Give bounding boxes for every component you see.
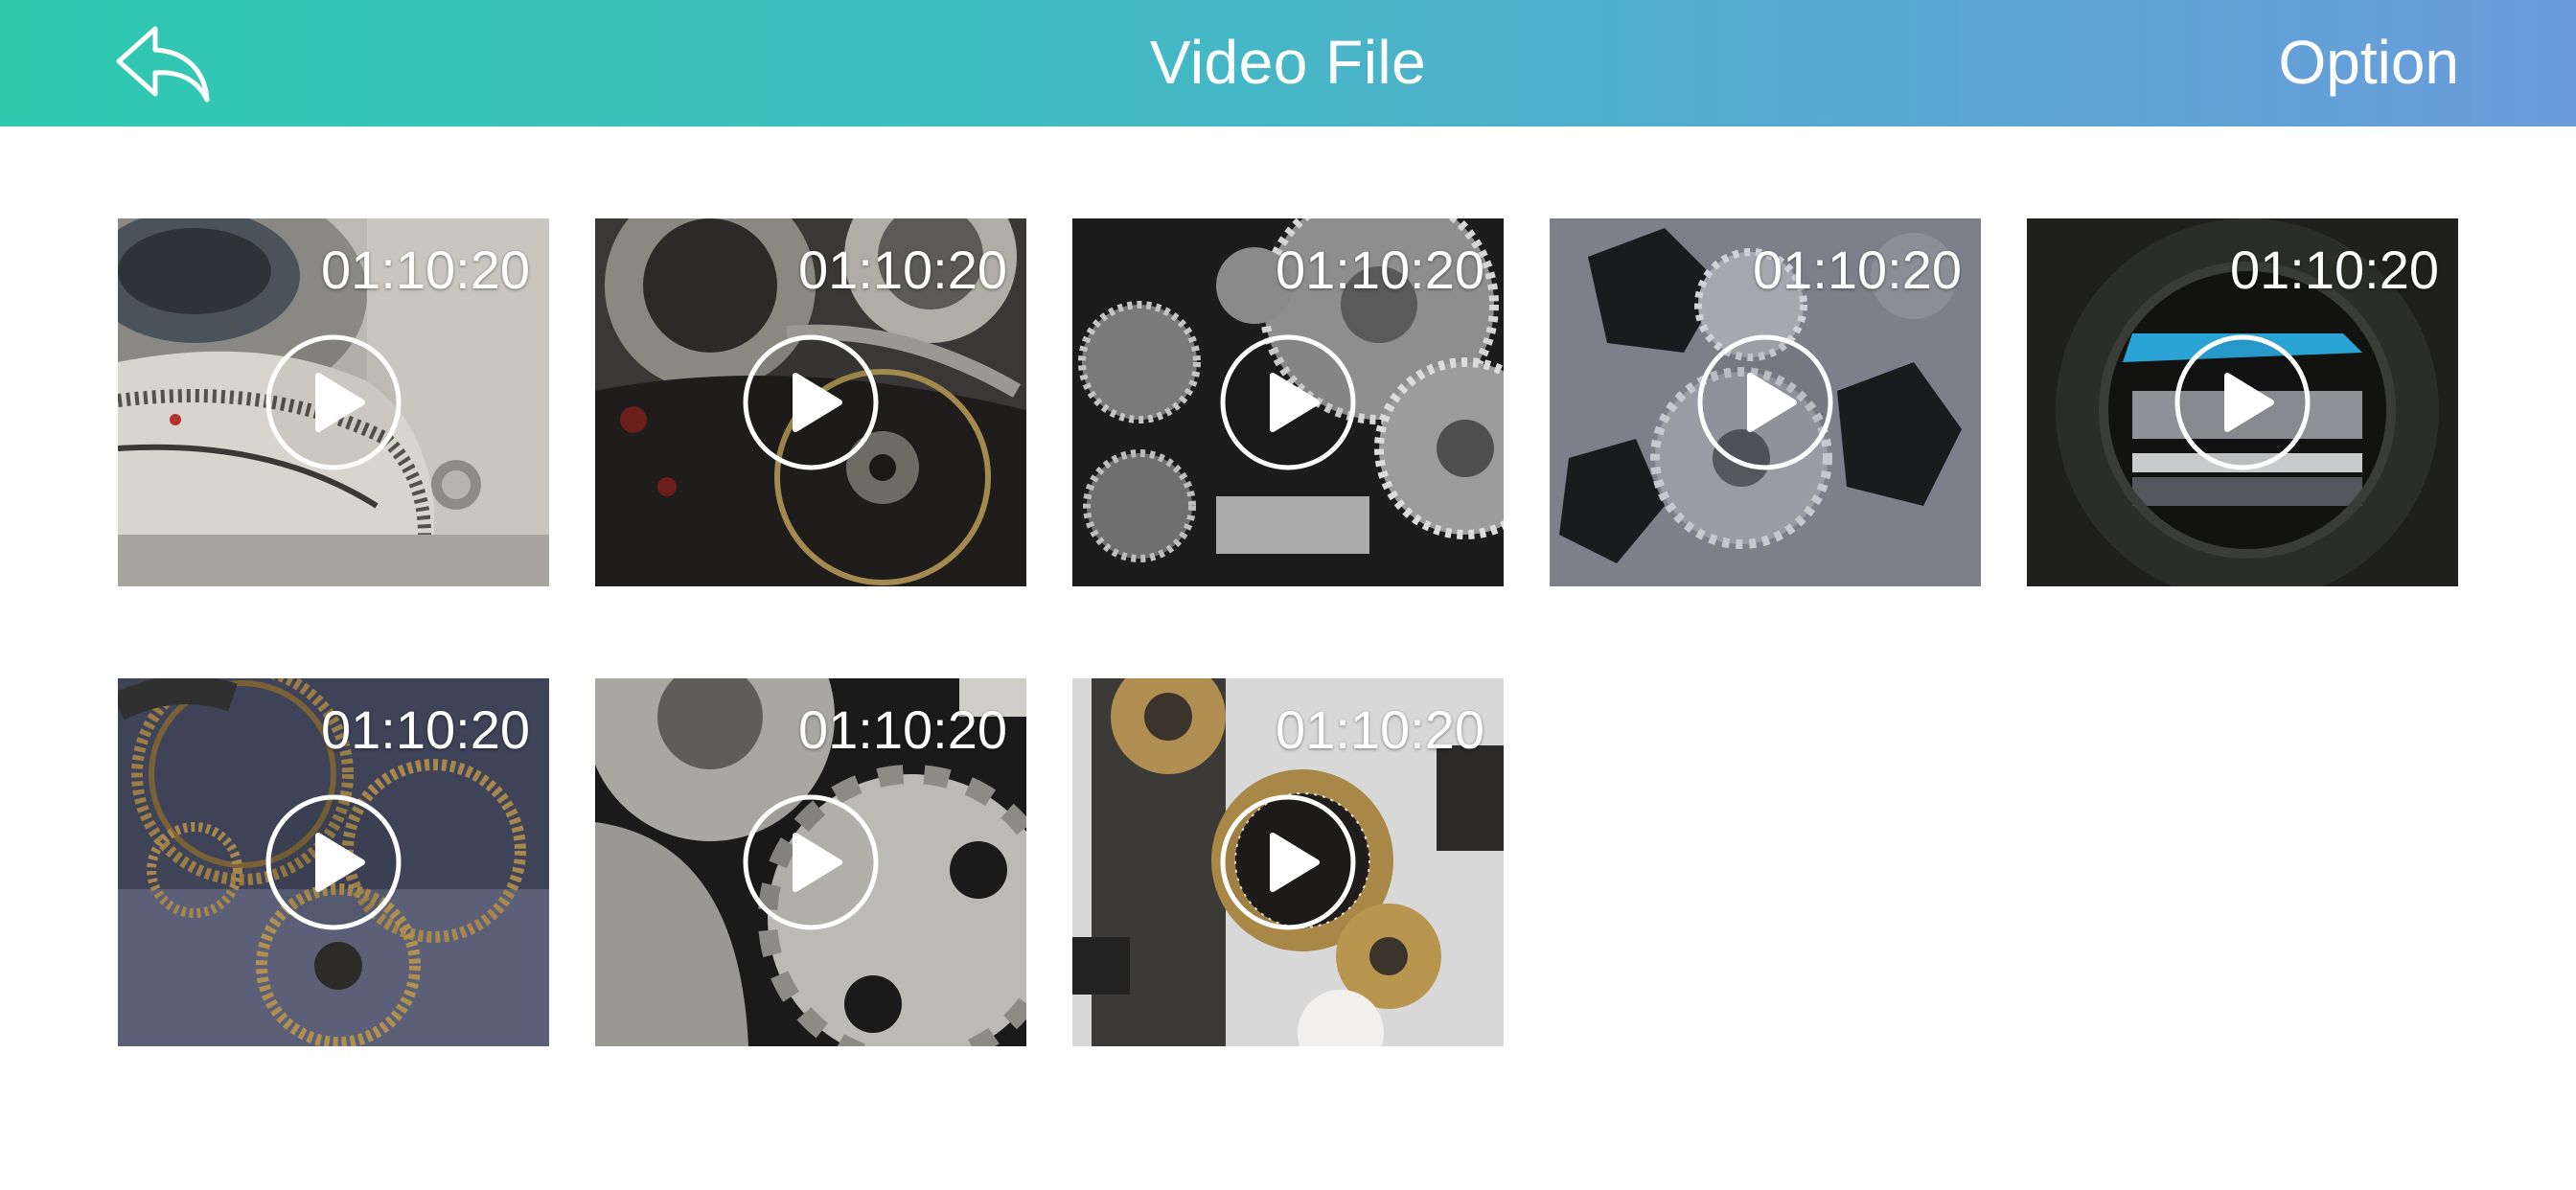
option-button[interactable]: Option [2278, 29, 2459, 96]
play-icon[interactable] [1219, 333, 1357, 471]
play-icon[interactable] [1696, 333, 1834, 471]
video-duration: 01:10:20 [1276, 699, 1484, 760]
video-duration: 01:10:20 [798, 240, 1007, 300]
video-duration: 01:10:20 [1753, 240, 1962, 300]
video-thumbnail[interactable]: 01:10:20 [1550, 218, 1981, 586]
app-header: Video File Option [0, 0, 2576, 126]
video-thumbnail[interactable]: 01:10:20 [2027, 218, 2458, 586]
play-icon[interactable] [742, 793, 880, 931]
play-icon[interactable] [264, 793, 402, 931]
page-title: Video File [1149, 28, 1427, 97]
video-thumbnail[interactable]: 01:10:20 [1072, 678, 1504, 1046]
video-duration: 01:10:20 [2230, 240, 2439, 300]
play-icon[interactable] [1219, 793, 1357, 931]
play-icon[interactable] [742, 333, 880, 471]
play-icon[interactable] [264, 333, 402, 471]
video-duration: 01:10:20 [1276, 240, 1484, 300]
video-duration: 01:10:20 [798, 699, 1007, 760]
video-thumbnail[interactable]: 01:10:20 [118, 218, 549, 586]
video-thumbnail[interactable]: 01:10:20 [1072, 218, 1504, 586]
video-thumbnail[interactable]: 01:10:20 [595, 678, 1026, 1046]
video-thumbnail[interactable]: 01:10:20 [595, 218, 1026, 586]
video-duration: 01:10:20 [321, 699, 530, 760]
video-thumbnail[interactable]: 01:10:20 [118, 678, 549, 1046]
video-duration: 01:10:20 [321, 240, 530, 300]
play-icon[interactable] [2174, 333, 2312, 471]
